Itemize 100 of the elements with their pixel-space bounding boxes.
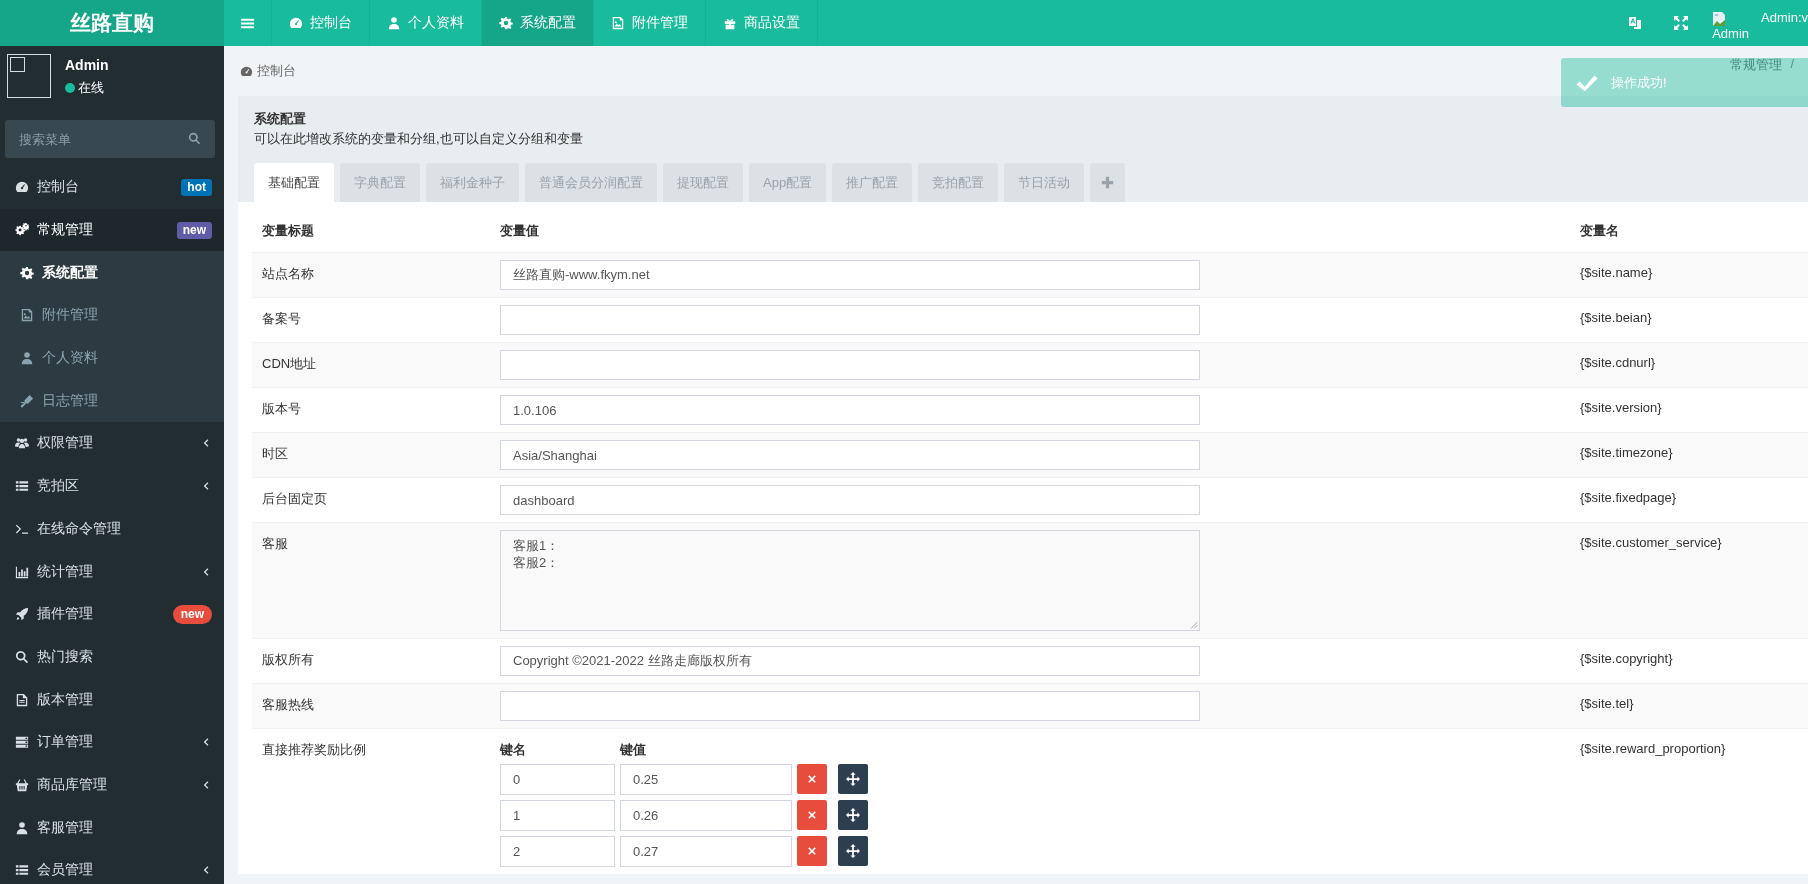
- menu-item[interactable]: 在线命令管理: [0, 507, 224, 551]
- column-header: 变量值: [500, 222, 540, 240]
- add-tab-button[interactable]: [1090, 163, 1126, 202]
- variable-title: 站点名称: [262, 265, 315, 283]
- user-icon: [20, 351, 34, 366]
- pen-icon: [20, 393, 34, 408]
- search-icon: [15, 649, 29, 664]
- list-icon: [15, 479, 29, 494]
- list-icon: [15, 863, 29, 878]
- variable-name: {$site.beian}: [1580, 309, 1653, 327]
- drag-button[interactable]: [838, 764, 868, 794]
- delete-button[interactable]: [797, 764, 827, 794]
- user-name: Admin: [65, 57, 109, 73]
- variable-name: {$site.reward_proportion}: [1580, 740, 1727, 758]
- column-label: 键值: [620, 741, 647, 759]
- menu-item[interactable]: 会员管理: [0, 849, 224, 884]
- menu-item[interactable]: 商品库管理: [0, 763, 224, 807]
- delete-button[interactable]: [797, 836, 827, 866]
- panel-description: 可以在此增改系统的变量和分组,也可以自定义分组和变量: [254, 130, 584, 148]
- breadcrumb-link[interactable]: 控制台: [240, 62, 296, 80]
- menu-badge: hot: [181, 178, 212, 196]
- menu-item[interactable]: 控制台 hot: [0, 166, 224, 209]
- panel-title: 系统配置: [254, 110, 307, 128]
- bar-chart-icon: [15, 564, 29, 579]
- menu-item[interactable]: 常规管理 new: [0, 208, 224, 252]
- text-field[interactable]: [500, 305, 1200, 335]
- rocket-icon: [15, 607, 29, 622]
- key-field[interactable]: 1: [500, 800, 615, 831]
- column-header: 变量名: [1580, 222, 1620, 240]
- move-arrows-icon: [846, 844, 860, 858]
- move-arrows-icon: [846, 772, 860, 786]
- variable-name: {$site.tel}: [1580, 695, 1635, 713]
- menu-item[interactable]: 竞拍区: [0, 464, 224, 508]
- variable-title: 直接推荐奖励比例: [262, 741, 367, 759]
- document-icon: [15, 692, 29, 707]
- translate-icon: [1627, 15, 1644, 31]
- text-field[interactable]: [500, 691, 1200, 721]
- variable-title: 版权所有: [262, 651, 315, 669]
- menu-item[interactable]: 权限管理: [0, 422, 224, 465]
- gauge-icon: [15, 180, 29, 195]
- resize-grip-icon: [1188, 619, 1198, 629]
- text-area[interactable]: 客服1： 客服2：: [500, 530, 1200, 631]
- submenu-item[interactable]: 个人资料: [0, 336, 224, 380]
- value-field[interactable]: 0.26: [620, 800, 792, 831]
- variable-name: {$site.cdnurl}: [1580, 354, 1657, 372]
- avatar-placeholder: [7, 54, 51, 98]
- variable-title: 备案号: [262, 310, 302, 328]
- submenu-item[interactable]: 系统配置: [0, 251, 224, 295]
- variable-title: 版本号: [262, 400, 302, 418]
- close-icon: [806, 773, 818, 785]
- text-field[interactable]: 1.0.106: [500, 395, 1200, 425]
- menu-item[interactable]: 统计管理: [0, 550, 224, 593]
- text-field[interactable]: dashboard: [500, 485, 1200, 515]
- key-field[interactable]: 0: [500, 764, 615, 795]
- image-icon: [20, 308, 34, 323]
- gauge-icon: [240, 64, 253, 78]
- variable-title: 客服: [262, 535, 289, 553]
- gauge-icon: [289, 16, 303, 30]
- value-field[interactable]: 0.27: [620, 836, 792, 867]
- column-label: 键名: [500, 741, 527, 759]
- delete-button[interactable]: [797, 800, 827, 830]
- menu-item[interactable]: 客服管理: [0, 806, 224, 849]
- server-icon: [15, 735, 29, 750]
- variable-name: {$site.version}: [1580, 399, 1663, 417]
- text-field[interactable]: 丝路直购-www.fkym.net: [500, 260, 1200, 290]
- variable-name: {$site.name}: [1580, 264, 1654, 282]
- variable-title: 客服热线: [262, 696, 315, 714]
- text-field[interactable]: [500, 350, 1200, 380]
- variable-name: {$site.fixedpage}: [1580, 489, 1678, 507]
- user-icon: [15, 820, 29, 835]
- drag-button[interactable]: [838, 836, 868, 866]
- drag-button[interactable]: [838, 800, 868, 830]
- users-icon: [15, 436, 29, 451]
- close-icon: [806, 845, 818, 857]
- expand-arrows-icon: [1673, 15, 1690, 31]
- image-icon: [611, 16, 625, 30]
- text-field[interactable]: Copyright ©2021-2022 丝路走廊版权所有: [500, 646, 1200, 676]
- variable-title: 时区: [262, 445, 289, 463]
- variable-title: CDN地址: [262, 355, 318, 373]
- key-field[interactable]: 2: [500, 836, 615, 867]
- search-field[interactable]: 搜索菜单: [5, 120, 215, 158]
- menu-item[interactable]: 插件管理 new: [0, 592, 224, 636]
- avatar-alt-text: Admin: [1712, 27, 1750, 40]
- menu-item[interactable]: 版本管理: [0, 678, 224, 721]
- submenu-item[interactable]: 日志管理: [0, 379, 224, 423]
- breadcrumb-separator: /: [1790, 56, 1794, 73]
- menu-item[interactable]: 订单管理: [0, 720, 224, 764]
- value-field[interactable]: 0.25: [620, 764, 792, 795]
- user-icon: [387, 16, 401, 30]
- menu-item[interactable]: 热门搜索: [0, 635, 224, 679]
- submenu-item[interactable]: 附件管理: [0, 294, 224, 337]
- text-field[interactable]: Asia/Shanghai: [500, 440, 1200, 470]
- config-tab[interactable]: 基础配置: [254, 163, 334, 202]
- variable-name: {$site.timezone}: [1580, 444, 1674, 462]
- plus-icon: [1101, 176, 1115, 189]
- status-text: 在线: [78, 79, 104, 97]
- menu-badge: new: [176, 221, 212, 239]
- gears-icon: [15, 223, 29, 238]
- gear-icon: [20, 265, 34, 280]
- basket-icon: [15, 777, 29, 792]
